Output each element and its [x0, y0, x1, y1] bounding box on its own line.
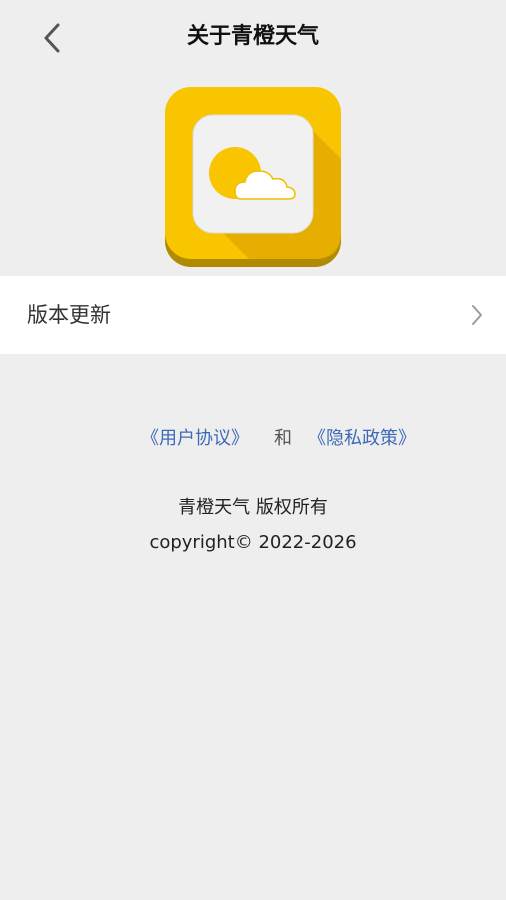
privacy-policy-link[interactable]: 《隐私政策》 [308, 424, 416, 454]
page-title: 关于青橙天气 [186, 24, 319, 49]
app-header: 关于青橙天气 [0, 0, 506, 76]
app-logo [165, 87, 341, 267]
sun-cloud-icon [165, 87, 341, 267]
and-text: 和 [274, 428, 292, 449]
legal-links: 《用户协议》 和 《隐私政策》 [0, 424, 506, 454]
chevron-right-icon [472, 305, 482, 325]
rights-text: 青橙天气 版权所有 [178, 497, 328, 518]
user-agreement-link[interactable]: 《用户协议》 [141, 424, 249, 454]
copyright-text: copyright© 2022-2026 [149, 532, 357, 553]
version-update-label: 版本更新 [27, 303, 111, 327]
version-update-row[interactable]: 版本更新 [0, 276, 506, 354]
